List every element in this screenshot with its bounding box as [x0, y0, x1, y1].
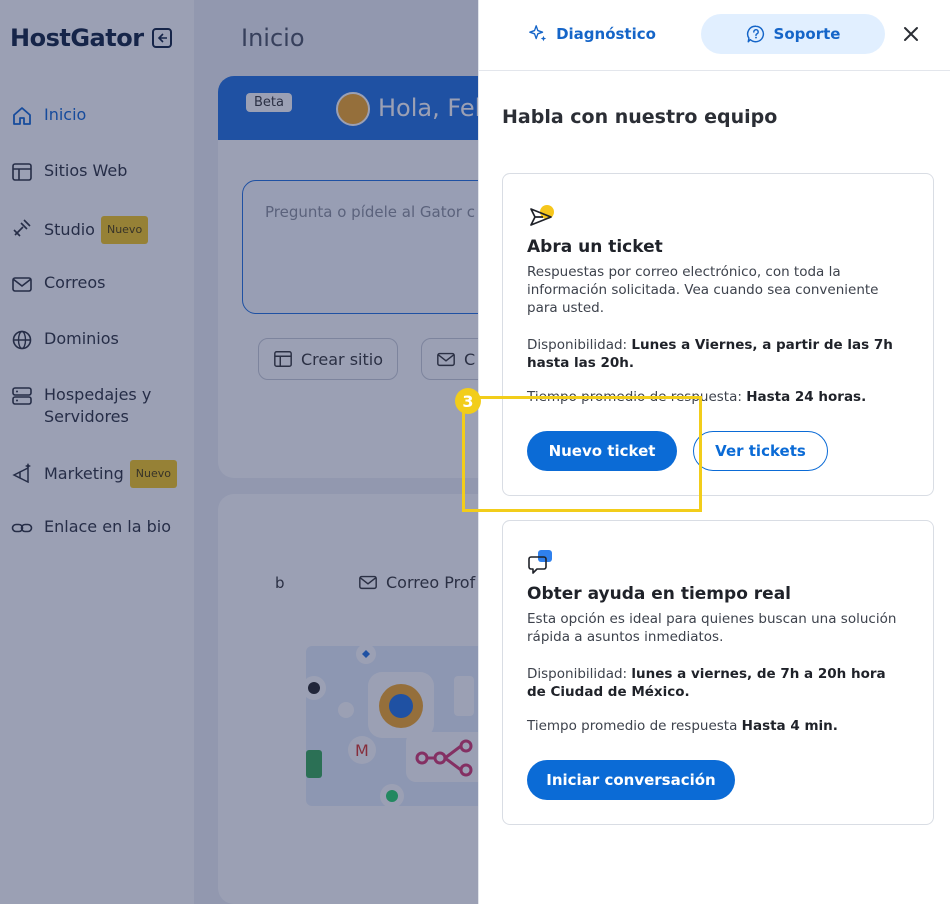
live-chat-option-card: Obter ayuda en tiempo real Esta opción e…	[502, 520, 934, 825]
panel-title: Habla con nuestro equipo	[502, 106, 778, 128]
view-tickets-button[interactable]: Ver tickets	[693, 431, 828, 471]
ticket-availability: Disponibilidad: Lunes a Viernes, a parti…	[527, 336, 907, 372]
tab-label: Soporte	[773, 25, 841, 43]
availability-label: Disponibilidad:	[527, 337, 628, 353]
chat-bubbles-icon	[527, 547, 557, 577]
response-label: Tiempo promedio de respuesta	[527, 718, 738, 734]
chat-title: Obter ayuda en tiempo real	[527, 584, 791, 604]
tab-soporte[interactable]: Soporte	[701, 14, 885, 54]
chat-response-time: Tiempo promedio de respuesta Hasta 4 min…	[527, 717, 907, 735]
step-highlight-box	[462, 396, 702, 512]
ticket-description: Respuestas por correo electrónico, con t…	[527, 264, 879, 316]
tab-label: Diagnóstico	[556, 25, 656, 43]
chat-description: Esta opción es ideal para quienes buscan…	[527, 611, 897, 645]
response-value: Hasta 4 min.	[741, 718, 838, 734]
availability-label: Disponibilidad:	[527, 666, 628, 682]
start-conversation-button[interactable]: Iniciar conversación	[527, 760, 735, 800]
send-ticket-icon	[527, 202, 557, 232]
tab-diagnostico[interactable]: Diagnóstico	[517, 14, 667, 54]
close-icon	[904, 27, 918, 41]
panel-header: Diagnóstico Soporte	[479, 0, 950, 71]
step-number-badge: 3	[455, 388, 481, 414]
modal-backdrop[interactable]	[0, 0, 478, 904]
help-chat-icon	[746, 25, 764, 43]
response-value: Hasta 24 horas.	[746, 389, 867, 405]
chat-availability: Disponibilidad: lunes a viernes, de 7h a…	[527, 665, 907, 701]
sparkle-icon	[529, 25, 547, 42]
close-button[interactable]	[899, 22, 923, 46]
ticket-title: Abra un ticket	[527, 237, 663, 257]
